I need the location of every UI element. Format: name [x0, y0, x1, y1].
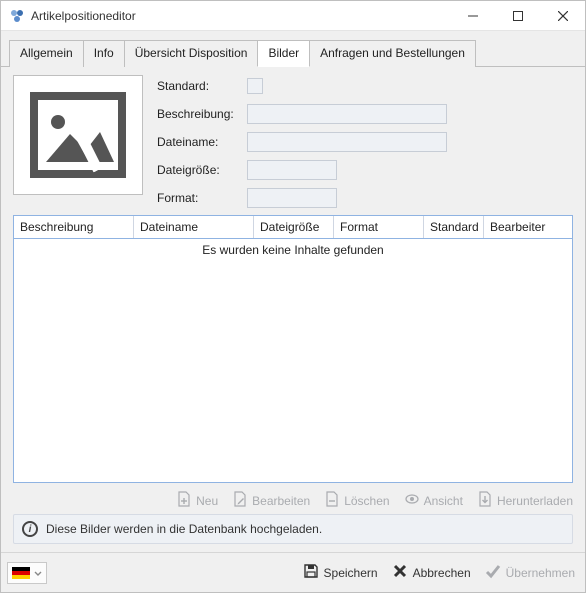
field-standard: Standard:	[157, 75, 573, 97]
standard-checkbox[interactable]	[247, 78, 263, 94]
file-plus-icon	[176, 491, 192, 510]
col-dateiname[interactable]: Dateiname	[134, 216, 254, 238]
bottom-actions: Speichern Abbrechen Übernehmen	[303, 563, 575, 582]
beschreibung-input[interactable]	[247, 104, 447, 124]
info-bar: i Diese Bilder werden in die Datenbank h…	[13, 514, 573, 544]
bottom-bar: Speichern Abbrechen Übernehmen	[1, 552, 585, 592]
cancel-button[interactable]: Abbrechen	[392, 563, 471, 582]
image-thumbnail	[13, 75, 143, 195]
tab-bilder[interactable]: Bilder	[257, 40, 310, 67]
tab-info[interactable]: Info	[83, 40, 125, 67]
file-edit-icon	[232, 491, 248, 510]
save-button[interactable]: Speichern	[303, 563, 378, 582]
edit-button[interactable]: Bearbeiten	[232, 491, 310, 510]
col-bearbeiter[interactable]: Bearbeiter	[484, 216, 572, 238]
delete-button[interactable]: Löschen	[324, 491, 389, 510]
image-placeholder-icon	[20, 82, 136, 188]
dateigroesse-label: Dateigröße:	[157, 163, 247, 177]
flag-germany-icon	[12, 567, 30, 579]
delete-label: Löschen	[344, 494, 389, 508]
file-delete-icon	[324, 491, 340, 510]
col-standard[interactable]: Standard	[424, 216, 484, 238]
fields: Standard: Beschreibung: Dateiname: Datei…	[143, 75, 573, 209]
chevron-down-icon	[34, 566, 42, 580]
tab-allgemein[interactable]: Allgemein	[9, 40, 84, 67]
save-icon	[303, 563, 319, 582]
view-button[interactable]: Ansicht	[404, 491, 463, 510]
tabs-container: Allgemein Info Übersicht Disposition Bil…	[1, 31, 585, 552]
edit-label: Bearbeiten	[252, 494, 310, 508]
tab-anfragen-bestellungen[interactable]: Anfragen und Bestellungen	[309, 40, 476, 67]
new-label: Neu	[196, 494, 218, 508]
field-beschreibung: Beschreibung:	[157, 103, 573, 125]
minimize-button[interactable]	[450, 1, 495, 30]
col-format[interactable]: Format	[334, 216, 424, 238]
images-table: Beschreibung Dateiname Dateigröße Format…	[13, 215, 573, 483]
field-format: Format:	[157, 187, 573, 209]
window-title: Artikelpositioneditor	[31, 9, 136, 23]
table-header: Beschreibung Dateiname Dateigröße Format…	[14, 216, 572, 239]
window-controls	[450, 1, 585, 30]
format-label: Format:	[157, 191, 247, 205]
file-download-icon	[477, 491, 493, 510]
language-selector[interactable]	[7, 562, 47, 584]
beschreibung-label: Beschreibung:	[157, 107, 247, 121]
window: Artikelpositioneditor Allgemein Info Übe…	[0, 0, 586, 593]
new-button[interactable]: Neu	[176, 491, 218, 510]
dateiname-label: Dateiname:	[157, 135, 247, 149]
cancel-label: Abbrechen	[413, 566, 471, 580]
dateigroesse-input[interactable]	[247, 160, 337, 180]
table-toolbar: Neu Bearbeiten Löschen Ansicht	[1, 483, 585, 514]
app-icon	[9, 8, 25, 24]
eye-icon	[404, 491, 420, 510]
dateiname-input[interactable]	[247, 132, 447, 152]
col-beschreibung[interactable]: Beschreibung	[14, 216, 134, 238]
view-label: Ansicht	[424, 494, 463, 508]
standard-label: Standard:	[157, 79, 247, 93]
close-button[interactable]	[540, 1, 585, 30]
table-empty-message: Es wurden keine Inhalte gefunden	[202, 243, 383, 482]
tab-row: Allgemein Info Übersicht Disposition Bil…	[1, 31, 585, 67]
download-label: Herunterladen	[497, 494, 573, 508]
tab-uebersicht-disposition[interactable]: Übersicht Disposition	[124, 40, 259, 67]
apply-button[interactable]: Übernehmen	[485, 563, 575, 582]
field-dateigroesse: Dateigröße:	[157, 159, 573, 181]
check-icon	[485, 563, 501, 582]
save-label: Speichern	[324, 566, 378, 580]
download-button[interactable]: Herunterladen	[477, 491, 573, 510]
maximize-button[interactable]	[495, 1, 540, 30]
info-text: Diese Bilder werden in die Datenbank hoc…	[46, 522, 322, 536]
format-input[interactable]	[247, 188, 337, 208]
apply-label: Übernehmen	[506, 566, 575, 580]
image-details-panel: Standard: Beschreibung: Dateiname: Datei…	[1, 67, 585, 215]
title-bar: Artikelpositioneditor	[1, 1, 585, 31]
cancel-icon	[392, 563, 408, 582]
field-dateiname: Dateiname:	[157, 131, 573, 153]
info-icon: i	[22, 521, 38, 537]
table-body: Es wurden keine Inhalte gefunden	[14, 239, 572, 482]
col-dateigroesse[interactable]: Dateigröße	[254, 216, 334, 238]
